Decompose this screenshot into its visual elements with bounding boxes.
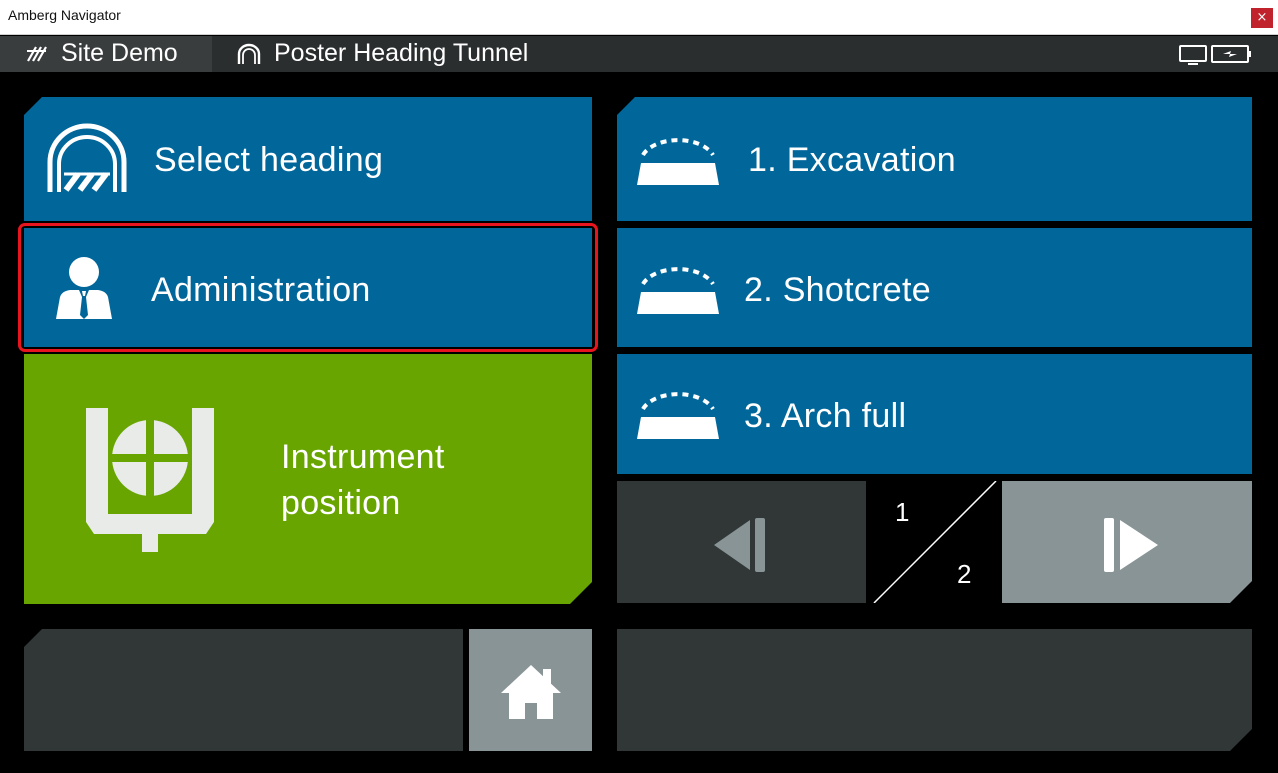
phase-label: 2. Shotcrete [744, 271, 931, 309]
select-heading-button[interactable]: Select heading [24, 97, 592, 221]
previous-page-icon [710, 516, 768, 578]
instrument-icon [84, 406, 216, 558]
page-divider [873, 481, 997, 603]
battery-charging-icon [1211, 44, 1253, 68]
phase-item-arch-full[interactable]: 3. Arch full [617, 354, 1252, 474]
total-pages: 2 [957, 559, 972, 589]
monitor-icon [1179, 45, 1207, 69]
window-title: Amberg Navigator [8, 7, 121, 23]
phase-label: 1. Excavation [748, 141, 957, 179]
tunnel-label: Poster Heading Tunnel [274, 39, 529, 67]
instrument-position-button[interactable]: Instrument position [24, 354, 592, 604]
close-button[interactable]: × [1251, 8, 1273, 28]
instrument-label-line1: Instrument [281, 438, 445, 476]
tunnel-heading-icon [46, 122, 128, 198]
page-indicator: 1 2 [866, 481, 1002, 603]
phase-item-shotcrete[interactable]: 2. Shotcrete [617, 228, 1252, 347]
next-page-icon [1102, 516, 1160, 578]
site-icon [26, 45, 48, 67]
instrument-label-line2: position [281, 484, 401, 522]
window-titlebar: Amberg Navigator × [0, 0, 1278, 35]
current-page: 1 [895, 497, 910, 527]
heading-profile-icon [635, 385, 721, 445]
heading-profile-icon [635, 131, 721, 191]
home-icon [499, 661, 563, 725]
next-page-button[interactable] [1002, 481, 1252, 603]
site-tab[interactable]: Site Demo [0, 36, 212, 72]
select-heading-label: Select heading [154, 141, 384, 179]
bottom-right-panel [617, 629, 1252, 751]
home-button[interactable] [469, 629, 592, 751]
tunnel-icon [236, 43, 262, 69]
phase-label: 3. Arch full [744, 397, 907, 435]
selection-highlight [18, 223, 598, 352]
heading-profile-icon [635, 260, 721, 320]
previous-page-button[interactable] [617, 481, 866, 603]
bottom-left-panel [24, 629, 463, 751]
phase-item-excavation[interactable]: 1. Excavation [617, 97, 1252, 221]
header-bar: Site Demo Poster Heading Tunnel [0, 36, 1278, 72]
site-label: Site Demo [61, 39, 178, 67]
